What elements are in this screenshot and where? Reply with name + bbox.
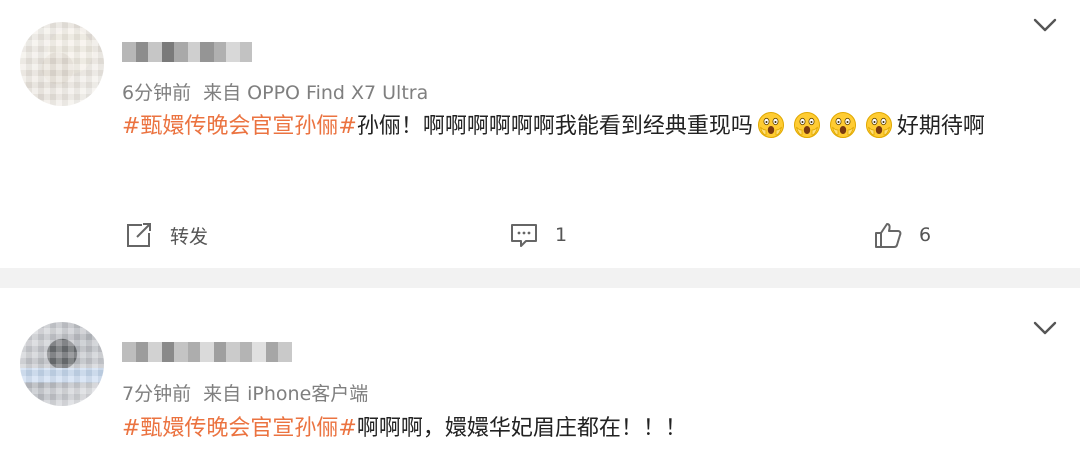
emoji-row: [753, 112, 897, 139]
post-time: 7分钟前: [122, 383, 192, 405]
post-time: 6分钟前: [122, 82, 192, 104]
text-after-emoji: 好期待啊: [896, 114, 985, 139]
screaming-face-emoji: [865, 112, 892, 138]
avatar[interactable]: [20, 22, 104, 106]
username-blurred[interactable]: [122, 342, 292, 362]
post-separator: [0, 268, 1080, 288]
like-button[interactable]: 6: [873, 219, 931, 251]
repost-label: 转发: [170, 225, 209, 248]
post-text: #甄嬛传晚会官宣孙俪#啊啊啊，嬛嬛华妃眉庄都在！！！: [122, 413, 687, 445]
chevron-down-icon[interactable]: [1032, 319, 1058, 337]
hashtag-link[interactable]: #甄嬛传晚会官宣孙俪#: [122, 416, 357, 441]
username-blurred[interactable]: [122, 42, 252, 62]
hashtag-link[interactable]: #甄嬛传晚会官宣孙俪#: [122, 114, 357, 139]
screaming-face-emoji: [829, 112, 856, 138]
thumbs-up-icon: [875, 223, 902, 248]
avatar[interactable]: [20, 322, 104, 406]
source-prefix: 来自: [203, 82, 242, 104]
comment-icon: [511, 224, 537, 247]
screaming-face-emoji: [793, 112, 820, 138]
like-count: 6: [919, 224, 932, 246]
post-body: 啊啊啊，嬛嬛华妃眉庄都在！！！: [356, 416, 687, 441]
comment-count: 1: [555, 224, 568, 246]
repost-button[interactable]: 转发: [124, 219, 208, 251]
comment-card: 6分钟前 来自 OPPO Find X7 Ultra #甄嬛传晚会官宣孙俪#孙俪！…: [0, 0, 1080, 268]
comment-button[interactable]: 1: [509, 219, 567, 251]
source-prefix: 来自: [203, 383, 242, 405]
post-meta: 7分钟前 来自 iPhone客户端: [122, 379, 374, 406]
post-source: iPhone客户端: [247, 383, 369, 405]
share-out-icon: [127, 223, 151, 247]
post-meta: 6分钟前 来自 OPPO Find X7 Ultra: [122, 78, 434, 105]
chevron-down-icon[interactable]: [1032, 16, 1058, 34]
screaming-face-emoji: [757, 112, 784, 138]
text-before-emoji: 孙俪！啊啊啊啊啊啊我能看到经典重现吗: [356, 114, 753, 139]
post-text: #甄嬛传晚会官宣孙俪#孙俪！啊啊啊啊啊啊我能看到经典重现吗 好期待啊: [122, 111, 985, 143]
post-source: OPPO Find X7 Ultra: [247, 82, 429, 104]
